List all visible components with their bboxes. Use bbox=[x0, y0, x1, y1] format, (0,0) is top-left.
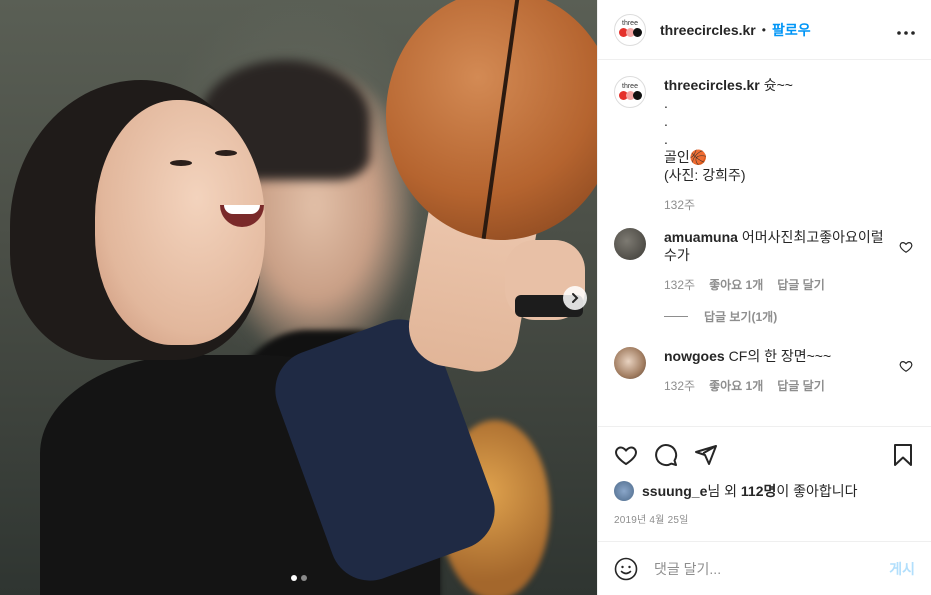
comment-body: amuamuna 어머사진최고좋아요이럴수가 132주 좋아요 1개 답글 달기 bbox=[664, 228, 915, 294]
comment-time[interactable]: 132주 bbox=[664, 276, 695, 294]
liker-username[interactable]: ssuung_e bbox=[642, 483, 707, 499]
comment-likes[interactable]: 좋아요 1개 bbox=[709, 377, 763, 395]
heart-icon[interactable] bbox=[614, 443, 638, 467]
avatar-logo-circles bbox=[618, 90, 642, 100]
post-sidebar: three threecircles.kr • 팔로우 three threec… bbox=[597, 0, 931, 595]
view-replies-button[interactable]: 답글 보기(1개) bbox=[664, 308, 915, 325]
carousel-indicator bbox=[0, 575, 597, 581]
likes-text-2: 이 좋아합니다 bbox=[776, 483, 858, 499]
avatar-logo-text: three bbox=[622, 82, 638, 90]
comment-body: nowgoes CF의 한 장면~~~ 132주 좋아요 1개 답글 달기 bbox=[664, 347, 915, 395]
comment-username[interactable]: nowgoes bbox=[664, 348, 725, 364]
post-comment-button[interactable]: 게시 bbox=[889, 559, 915, 579]
player-eye bbox=[170, 160, 192, 166]
chevron-right-icon bbox=[572, 293, 579, 303]
replies-line bbox=[664, 316, 688, 317]
comment-meta: 132주 좋아요 1개 답글 달기 bbox=[664, 276, 893, 294]
bookmark-icon[interactable] bbox=[891, 443, 915, 467]
comment-username[interactable]: amuamuna bbox=[664, 229, 738, 245]
post-image[interactable] bbox=[0, 0, 597, 595]
separator-dot: • bbox=[761, 22, 766, 37]
carousel-dot bbox=[300, 575, 307, 581]
author-username[interactable]: threecircles.kr bbox=[660, 22, 756, 38]
avatar-logo-circles bbox=[618, 28, 642, 37]
reply-button[interactable]: 답글 달기 bbox=[777, 276, 825, 294]
emoji-icon[interactable] bbox=[614, 557, 638, 581]
caption-dot: . bbox=[664, 113, 668, 129]
post-header: three threecircles.kr • 팔로우 bbox=[598, 0, 931, 60]
caption: three threecircles.kr 슛~~ . . . 골인🏀 (사진: … bbox=[614, 76, 915, 214]
likes-text-1: 님 외 bbox=[707, 483, 741, 499]
comment-icon[interactable] bbox=[654, 443, 678, 467]
comment-avatar[interactable] bbox=[614, 228, 646, 260]
more-options-button[interactable] bbox=[897, 19, 915, 40]
post-date[interactable]: 2019년 4월 25일 bbox=[614, 511, 915, 526]
caption-avatar[interactable]: three bbox=[614, 76, 646, 108]
caption-text-line3: (사진: 강희주) bbox=[664, 167, 746, 183]
caption-dot: . bbox=[664, 131, 668, 147]
next-image-button[interactable] bbox=[563, 286, 587, 310]
likes-count[interactable]: 112명 bbox=[741, 481, 776, 501]
likes-summary: ssuung_e 님 외 112명 이 좋아합니다 bbox=[614, 481, 915, 501]
caption-text-line1: 슛~~ bbox=[763, 77, 793, 93]
caption-dot: . bbox=[664, 95, 668, 111]
action-icons bbox=[614, 435, 915, 475]
caption-username[interactable]: threecircles.kr bbox=[664, 77, 760, 93]
liker-avatar[interactable] bbox=[614, 481, 634, 501]
comment-item: nowgoes CF의 한 장면~~~ 132주 좋아요 1개 답글 달기 bbox=[614, 347, 915, 395]
player-eye bbox=[215, 150, 237, 156]
reply-button[interactable]: 답글 달기 bbox=[777, 377, 825, 395]
comment-avatar[interactable] bbox=[614, 347, 646, 379]
carousel-dot-active bbox=[290, 575, 297, 581]
post-actions: ssuung_e 님 외 112명 이 좋아합니다 2019년 4월 25일 bbox=[598, 426, 931, 526]
follow-button[interactable]: 팔로우 bbox=[772, 20, 811, 40]
heart-icon[interactable] bbox=[899, 359, 913, 373]
more-icon bbox=[897, 31, 915, 35]
comment-item: amuamuna 어머사진최고좋아요이럴수가 132주 좋아요 1개 답글 달기 bbox=[614, 228, 915, 294]
comments-section: three threecircles.kr 슛~~ . . . 골인🏀 (사진: … bbox=[598, 60, 931, 426]
comment-meta: 132주 좋아요 1개 답글 달기 bbox=[664, 377, 893, 395]
add-comment-bar: 게시 bbox=[598, 541, 931, 595]
author-avatar[interactable]: three bbox=[614, 13, 646, 46]
avatar-logo-text: three bbox=[622, 20, 638, 27]
caption-meta: 132주 bbox=[664, 196, 915, 214]
comment-likes[interactable]: 좋아요 1개 bbox=[709, 276, 763, 294]
comment-text: CF의 한 장면~~~ bbox=[728, 348, 832, 364]
view-replies-label: 답글 보기(1개) bbox=[704, 310, 778, 324]
share-icon[interactable] bbox=[694, 443, 718, 467]
comment-time[interactable]: 132주 bbox=[664, 377, 695, 395]
caption-body: threecircles.kr 슛~~ . . . 골인🏀 (사진: 강희주) 1… bbox=[664, 76, 915, 214]
comment-input[interactable] bbox=[654, 560, 890, 577]
caption-time[interactable]: 132주 bbox=[664, 196, 695, 214]
caption-text-line2: 골인🏀 bbox=[664, 149, 708, 165]
heart-icon[interactable] bbox=[899, 240, 913, 254]
